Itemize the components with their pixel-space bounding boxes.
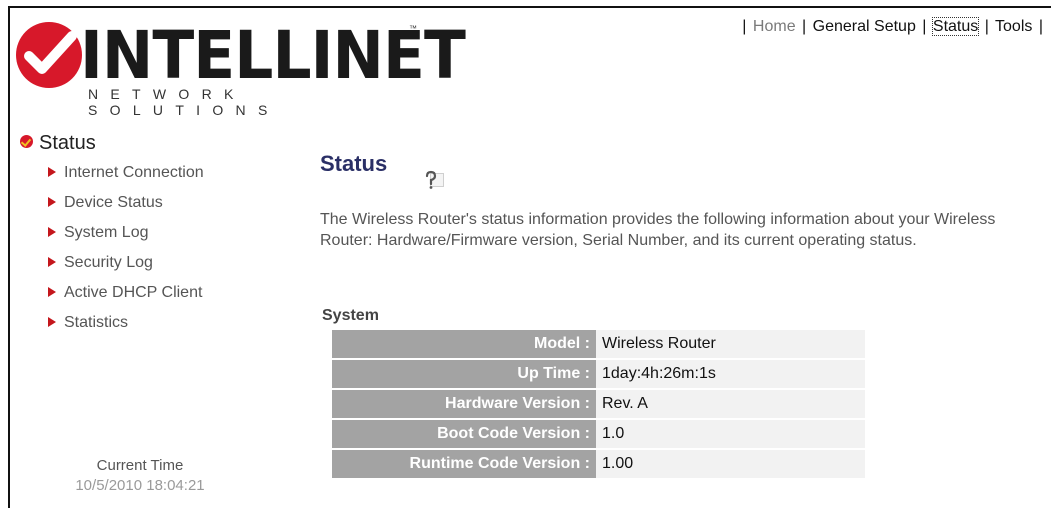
current-time: Current Time 10/5/2010 18:04:21 [50,456,230,496]
nav-separator: | [802,18,807,35]
sidebar-item-label: Security Log [64,254,153,271]
logo-brand-text: INTELLINET [80,17,466,94]
nav-separator: | [922,18,927,35]
system-section-label: System [322,307,379,324]
sidebar-title-label: Status [39,132,96,154]
sidebar-menu: Internet Connection Device Status System… [48,162,204,342]
sidebar-item-security-log[interactable]: Security Log [48,252,204,282]
sidebar-item-label: Statistics [64,314,129,331]
red-triangle-bullet-icon [48,197,56,207]
boot-code-version-label: Boot Code Version : [332,419,596,450]
hardware-version-value: Rev. A [596,389,865,420]
sidebar-item-active-dhcp-client[interactable]: Active DHCP Client [48,282,204,312]
brand-logo: INTELLINET ™ NETWORK SOLUTIONS [16,16,466,118]
sidebar-item-device-status[interactable]: Device Status [48,192,204,222]
runtime-code-version-label: Runtime Code Version : [332,449,596,480]
sidebar-item-label: Device Status [64,194,163,211]
current-time-label: Current Time [96,457,184,474]
nav-status-link[interactable]: Status [931,17,980,36]
status-description: The Wireless Router's status information… [320,211,996,249]
sidebar-item-system-log[interactable]: System Log [48,222,204,252]
intellinet-check-logo-icon [16,22,82,88]
sidebar-title[interactable]: Status [20,132,96,155]
nav-separator: | [742,18,747,35]
logo-tagline: NETWORK SOLUTIONS [88,86,280,118]
logo-trademark: ™ [409,24,417,33]
red-triangle-bullet-icon [48,167,56,177]
table-row: Model : Wireless Router [332,330,865,360]
table-row: Hardware Version : Rev. A [332,389,865,420]
nav-separator: | [1038,18,1043,35]
nav-tools-link[interactable]: Tools [995,18,1032,35]
red-triangle-bullet-icon [48,317,56,327]
sidebar-item-label: Active DHCP Client [64,284,203,301]
uptime-value: 1day:4h:26m:1s [596,359,865,390]
sidebar-item-label: Internet Connection [64,164,204,181]
runtime-code-version-value: 1.00 [596,449,865,480]
red-triangle-bullet-icon [48,257,56,267]
sidebar-item-label: System Log [64,224,149,241]
sidebar-item-internet-connection[interactable]: Internet Connection [48,162,204,192]
model-label: Model : [332,330,596,360]
table-row: Runtime Code Version : 1.00 [332,449,865,480]
red-triangle-bullet-icon [48,227,56,237]
sidebar-item-statistics[interactable]: Statistics [48,312,204,342]
boot-code-version-value: 1.0 [596,419,865,450]
red-check-dot-icon [20,135,33,148]
uptime-label: Up Time : [332,359,596,390]
nav-separator: | [984,18,989,35]
current-time-value: 10/5/2010 18:04:21 [75,477,205,494]
router-admin-page: INTELLINET ™ NETWORK SOLUTIONS | Home | … [8,6,1051,508]
model-value: Wireless Router [596,330,865,360]
help-icon[interactable] [422,168,444,190]
red-triangle-bullet-icon [48,287,56,297]
page-title: Status [320,151,388,176]
top-navigation: | Home | General Setup | Status | Tools … [740,17,1045,36]
nav-home-link[interactable]: Home [753,18,796,35]
hardware-version-label: Hardware Version : [332,389,596,420]
table-row: Boot Code Version : 1.0 [332,419,865,450]
nav-general-setup-link[interactable]: General Setup [813,18,916,35]
table-row: Up Time : 1day:4h:26m:1s [332,359,865,390]
system-info-table: Model : Wireless Router Up Time : 1day:4… [332,330,865,480]
